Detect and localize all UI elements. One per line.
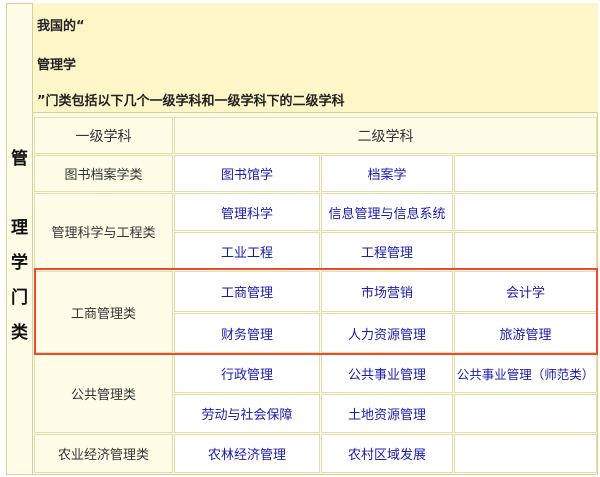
table-header: 我国的“ 管理学 ”门类包括以下几个一级学科和一级学科下的二级学科: [33, 3, 598, 113]
subject-link[interactable]: 人力资源管理: [321, 313, 453, 353]
subject-link[interactable]: 行政管理: [174, 354, 320, 393]
side-label-char: 门: [11, 288, 28, 308]
category-cell: 农业经济管理类: [34, 434, 173, 473]
category-cell: 工商管理类: [34, 271, 173, 353]
column-header-first-level: 一级学科: [34, 117, 173, 154]
empty-cell: [454, 193, 597, 231]
subject-link[interactable]: 工程管理: [321, 232, 453, 270]
column-header-second-level: 二级学科: [174, 117, 597, 154]
subject-link[interactable]: 会计学: [454, 271, 597, 312]
subject-link[interactable]: 工商管理: [174, 271, 320, 312]
category-cell: 图书档案学类: [34, 155, 173, 192]
side-label-char: 学: [11, 253, 28, 273]
side-label-char: 管: [11, 149, 28, 169]
empty-cell: [454, 155, 597, 192]
subject-link[interactable]: 土地资源管理: [321, 394, 453, 433]
category-cell: 公共管理类: [34, 354, 173, 433]
subject-link[interactable]: 农林经济管理: [174, 434, 320, 473]
subject-link[interactable]: 劳动与社会保障: [174, 394, 320, 433]
subject-link[interactable]: 管理科学: [174, 193, 320, 231]
subject-link[interactable]: 财务管理: [174, 313, 320, 353]
empty-cell: [454, 434, 597, 473]
subject-link[interactable]: 市场营销: [321, 271, 453, 312]
subject-link[interactable]: 旅游管理: [454, 313, 597, 353]
header-line-2: 管理学: [37, 58, 77, 73]
subject-link[interactable]: 工业工程: [174, 232, 320, 270]
header-line-1: 我国的“: [37, 19, 85, 34]
subject-link[interactable]: 信息管理与信息系统: [321, 193, 453, 231]
side-label-char: 类: [11, 323, 28, 343]
empty-cell: [454, 232, 597, 270]
header-line-3: ”门类包括以下几个一级学科和一级学科下的二级学科: [37, 94, 345, 109]
side-label-char: 理: [11, 218, 28, 238]
subject-link[interactable]: 图书馆学: [174, 155, 320, 192]
category-cell: 管理科学与工程类: [34, 193, 173, 270]
empty-cell: [454, 394, 597, 433]
side-label-column: 管 理 学 门 类: [6, 3, 33, 475]
subject-link[interactable]: 公共事业管理: [321, 354, 453, 393]
subject-link[interactable]: 档案学: [321, 155, 453, 192]
subject-link[interactable]: 农村区域发展: [321, 434, 453, 473]
subject-link[interactable]: 公共事业管理（师范类）: [454, 354, 597, 393]
